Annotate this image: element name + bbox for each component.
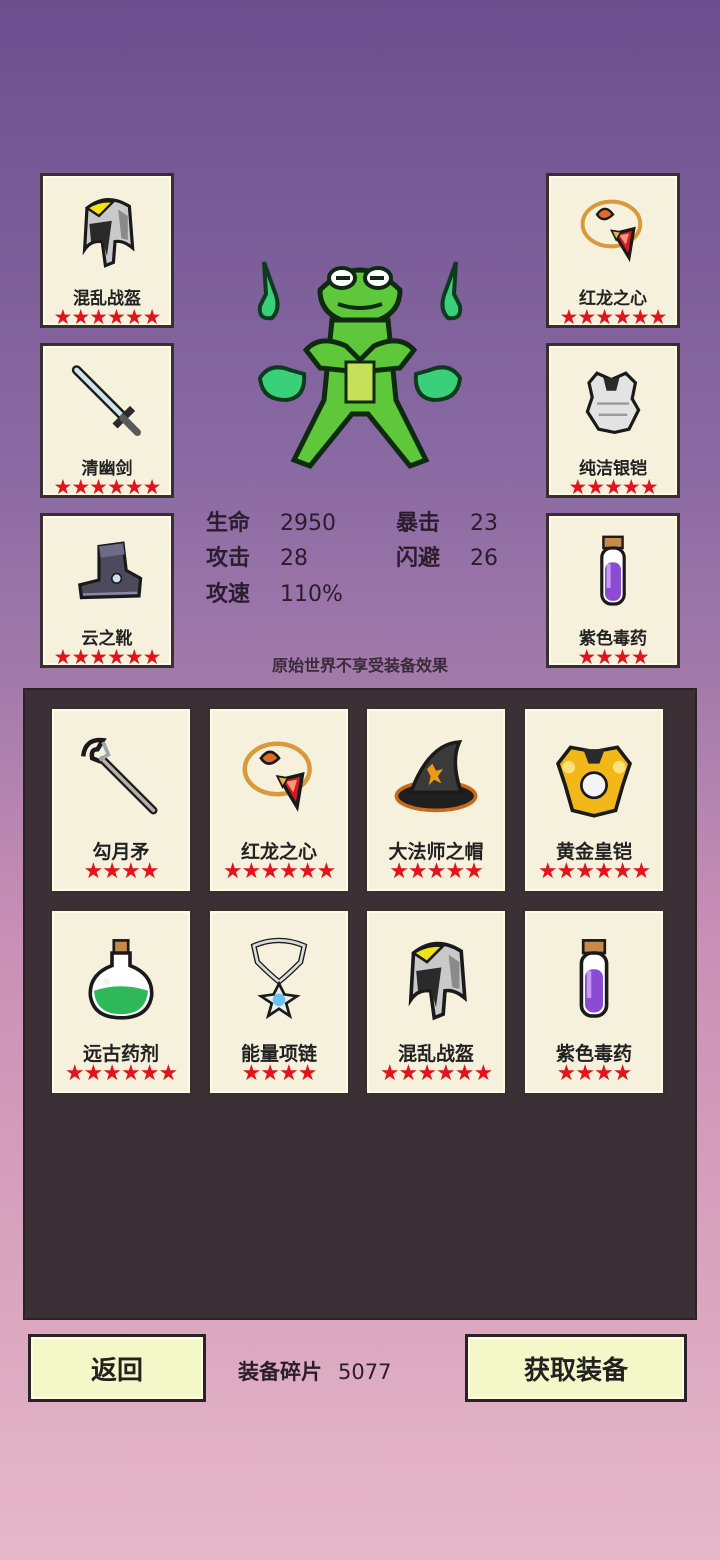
star-rating: ★★★★★★ [53, 305, 162, 329]
inventory-item[interactable]: 紫色毒药 ★★★★ [522, 908, 666, 1096]
sword-icon [43, 352, 171, 452]
star-rating: ★★★★★★ [53, 475, 162, 499]
amulet-icon [549, 182, 677, 282]
spear-icon [52, 723, 190, 833]
equipped-slot-weapon[interactable]: 清幽剑 ★★★★★★ [40, 343, 174, 498]
gold-armor-icon [525, 723, 663, 833]
stat-hp: 生命 2950 [206, 511, 336, 536]
necklace-icon [210, 925, 348, 1035]
star-rating: ★★★★ [241, 1061, 318, 1086]
star-rating: ★★★★★ [389, 859, 484, 884]
wizard-hat-icon [367, 723, 505, 833]
equipped-slot-potion[interactable]: 紫色毒药 ★★★★ [546, 513, 680, 668]
potion-vial-icon [549, 522, 677, 622]
equipped-slot-helmet[interactable]: 混乱战盔 ★★★★★★ [40, 173, 174, 328]
star-rating: ★★★★ [556, 1061, 633, 1086]
potion-vial-icon [525, 925, 663, 1035]
get-equipment-button[interactable]: 获取装备 [465, 1334, 687, 1402]
inventory-item[interactable]: 大法师之帽 ★★★★★ [364, 706, 508, 894]
equipment-effect-note: 原始世界不享受装备效果 [271, 656, 448, 675]
boot-icon [43, 522, 171, 622]
helmet-icon [367, 925, 505, 1035]
star-rating: ★★★★★ [568, 475, 658, 499]
inventory-item[interactable]: 黄金皇铠 ★★★★★★ [522, 706, 666, 894]
star-rating: ★★★★ [83, 859, 160, 884]
stat-attack: 攻击 28 [206, 546, 308, 571]
inventory-item[interactable]: 远古药剂 ★★★★★★ [49, 908, 193, 1096]
inventory-item[interactable]: 能量项链 ★★★★ [207, 908, 351, 1096]
character-frog-sprite [250, 250, 470, 475]
armor-icon [549, 352, 677, 452]
inventory-item[interactable]: 红龙之心 ★★★★★★ [207, 706, 351, 894]
equipment-fragments: 装备碎片 5077 [238, 1356, 391, 1386]
equipped-slot-amulet[interactable]: 红龙之心 ★★★★★★ [546, 173, 680, 328]
amulet-icon [210, 723, 348, 833]
helmet-icon [43, 182, 171, 282]
fragments-label: 装备碎片 [238, 1360, 322, 1384]
back-button[interactable]: 返回 [28, 1334, 206, 1402]
stat-dodge: 闪避 26 [396, 546, 498, 571]
star-rating: ★★★★★★ [559, 305, 668, 329]
star-rating: ★★★★★★ [64, 1061, 178, 1086]
equipped-slot-armor[interactable]: 纯洁银铠 ★★★★★ [546, 343, 680, 498]
inventory-item[interactable]: 混乱战盔 ★★★★★★ [364, 908, 508, 1096]
star-rating: ★★★★★★ [379, 1061, 493, 1086]
star-rating: ★★★★★★ [222, 859, 336, 884]
green-flask-icon [52, 925, 190, 1035]
fragments-value: 5077 [338, 1360, 392, 1384]
star-rating: ★★★★★★ [537, 859, 651, 884]
inventory-item[interactable]: 勾月矛 ★★★★ [49, 706, 193, 894]
stat-crit: 暴击 23 [396, 511, 498, 536]
equipped-slot-boots[interactable]: 云之靴 ★★★★★★ [40, 513, 174, 668]
stat-attack-speed: 攻速 110% [206, 582, 343, 607]
